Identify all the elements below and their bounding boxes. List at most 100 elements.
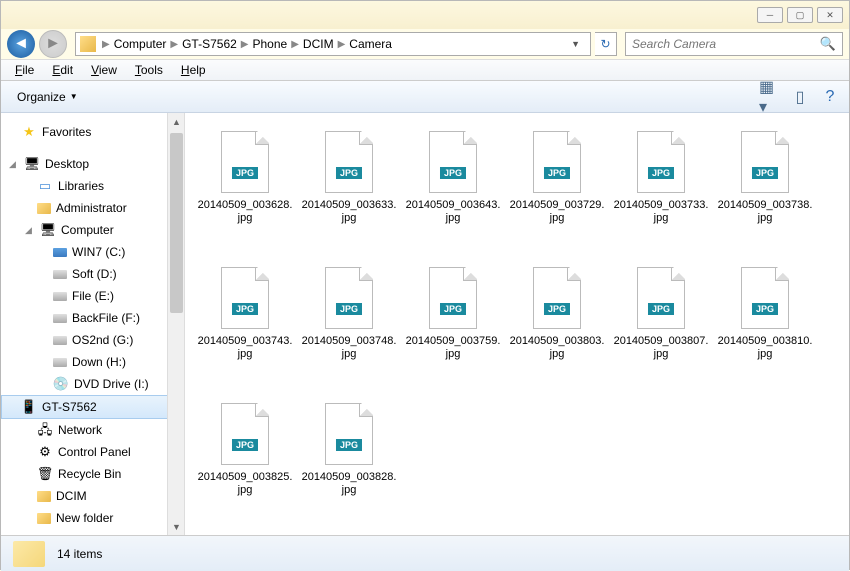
collapse-icon[interactable]: ◢ [25,221,35,239]
sidebar-item-favorites[interactable]: ★ Favorites [1,121,184,143]
help-button[interactable]: ? [819,87,841,107]
scroll-thumb[interactable] [170,133,183,313]
folder-icon [80,36,96,52]
scroll-down-icon[interactable]: ▼ [168,518,185,535]
file-name: 20140509_003825.jpg [197,471,293,497]
file-item[interactable]: JPG20140509_003743.jpg [193,261,297,397]
menu-view[interactable]: View [83,61,125,79]
navigation-pane[interactable]: ★ Favorites ◢ 🖥 Desktop ▭ Libraries Admi… [1,113,185,535]
close-button[interactable]: ✕ [817,7,843,23]
file-item[interactable]: JPG20140509_003633.jpg [297,125,401,261]
organize-label: Organize [17,90,66,104]
menu-file[interactable]: File [7,61,42,79]
file-item[interactable]: JPG 20140509_003729.jpg [505,125,609,261]
jpg-file-icon: JPG [533,131,581,193]
file-name: 20140509_003748.jpg [301,335,397,361]
search-icon[interactable]: 🔍 [820,36,836,52]
file-item[interactable]: JPG20140509_003738.jpg [713,125,817,261]
status-bar: 14 items [1,535,849,571]
search-input[interactable] [632,37,820,51]
sidebar-item-drive-d[interactable]: Soft (D:) [1,263,184,285]
sidebar-item-drive-f[interactable]: BackFile (F:) [1,307,184,329]
file-item[interactable]: JPG20140509_003803.jpg [505,261,609,397]
chevron-right-icon[interactable]: ▶ [239,39,251,50]
jpg-file-icon: JPG [637,267,685,329]
sidebar-item-control-panel[interactable]: ⚙ Control Panel [1,441,184,463]
forward-button[interactable]: ► [39,30,67,58]
file-name: 20140509_003729.jpg [509,199,605,225]
sidebar-label: GT-S7562 [42,398,97,416]
file-grid[interactable]: JPG20140509_003628.jpgJPG20140509_003633… [185,113,849,535]
collapse-icon[interactable]: ◢ [9,155,19,173]
address-bar[interactable]: ▶ Computer ▶ GT-S7562 ▶ Phone ▶ DCIM ▶ C… [75,32,591,56]
folder-icon [13,541,45,567]
maximize-button[interactable]: ▢ [787,7,813,23]
sidebar-label: OS2nd (G:) [72,331,133,349]
file-item[interactable]: JPG 20140509_003825.jpg [193,397,297,533]
jpg-file-icon: JPG [221,131,269,193]
sidebar-item-libraries[interactable]: ▭ Libraries [1,175,184,197]
file-item[interactable]: JPG 20140509_003810.jpg [713,261,817,397]
file-item[interactable]: JPG20140509_003643.jpg [401,125,505,261]
network-icon: 🖧 [37,422,53,438]
preview-pane-button[interactable]: ▯ [789,87,811,107]
navigation-bar: ◄ ► ▶ Computer ▶ GT-S7562 ▶ Phone ▶ DCIM… [1,29,849,59]
file-item[interactable]: JPG20140509_003628.jpg [193,125,297,261]
chevron-right-icon[interactable]: ▶ [100,39,112,50]
sidebar-item-gts7562[interactable]: 📱 GT-S7562 [1,395,184,419]
file-item[interactable]: JPG20140509_003759.jpg [401,261,505,397]
sidebar-item-new-folder[interactable]: New folder [1,507,184,529]
breadcrumb-segment[interactable]: DCIM [301,37,336,51]
back-button[interactable]: ◄ [7,30,35,58]
breadcrumb-segment[interactable]: GT-S7562 [180,37,239,51]
menu-edit[interactable]: Edit [44,61,81,79]
sidebar-item-drive-g[interactable]: OS2nd (G:) [1,329,184,351]
scroll-up-icon[interactable]: ▲ [168,113,185,130]
sidebar-item-dcim[interactable]: DCIM [1,485,184,507]
refresh-button[interactable]: ↻ [595,32,617,56]
chevron-right-icon[interactable]: ▶ [336,39,348,50]
file-item[interactable]: JPG20140509_003748.jpg [297,261,401,397]
jpg-file-icon: JPG [221,403,269,465]
folder-icon [37,491,51,502]
view-options-button[interactable]: ▦ ▾ [759,87,781,107]
breadcrumb-segment[interactable]: Camera [347,37,394,51]
sidebar-item-drive-h[interactable]: Down (H:) [1,351,184,373]
jpg-file-icon: JPG [429,131,477,193]
sidebar-item-recycle-bin[interactable]: 🗑 Recycle Bin [1,463,184,485]
control-panel-icon: ⚙ [37,444,53,460]
sidebar-item-computer[interactable]: ◢ 🖥 Computer [1,219,184,241]
breadcrumb-segment[interactable]: Computer [112,37,169,51]
jpg-file-icon: JPG [741,267,789,329]
chevron-right-icon[interactable]: ▶ [289,39,301,50]
file-item[interactable]: JPG20140509_003828.jpg [297,397,401,533]
file-name: 20140509_003803.jpg [509,335,605,361]
menu-help[interactable]: Help [173,61,214,79]
jpg-file-icon: JPG [221,267,269,329]
sidebar-item-dvd[interactable]: 💿 DVD Drive (I:) [1,373,184,395]
sidebar-scrollbar[interactable]: ▲ ▼ [167,113,184,535]
chevron-right-icon[interactable]: ▶ [168,39,180,50]
star-icon: ★ [21,124,37,140]
minimize-button[interactable]: ─ [757,7,783,23]
address-dropdown[interactable]: ▼ [565,39,586,49]
menu-tools[interactable]: Tools [127,61,171,79]
file-item[interactable]: JPG20140509_003733.jpg [609,125,713,261]
sidebar-item-drive-c[interactable]: WIN7 (C:) [1,241,184,263]
sidebar-item-network[interactable]: 🖧 Network [1,419,184,441]
file-item[interactable]: JPG20140509_003807.jpg [609,261,713,397]
sidebar-item-desktop[interactable]: ◢ 🖥 Desktop [1,153,184,175]
chevron-down-icon: ▼ [70,92,78,101]
sidebar-item-drive-e[interactable]: File (E:) [1,285,184,307]
jpg-file-icon: JPG [741,131,789,193]
sidebar-label: Administrator [56,199,127,217]
sidebar-item-administrator[interactable]: Administrator [1,197,184,219]
sidebar-label: Libraries [58,177,104,195]
sidebar-label: DVD Drive (I:) [74,375,149,393]
file-name: 20140509_003810.jpg [717,335,813,361]
organize-button[interactable]: Organize ▼ [9,87,86,107]
sidebar-label: Control Panel [58,443,131,461]
search-box[interactable]: 🔍 [625,32,843,56]
sidebar-label: New folder [56,509,113,527]
breadcrumb-segment[interactable]: Phone [251,37,290,51]
